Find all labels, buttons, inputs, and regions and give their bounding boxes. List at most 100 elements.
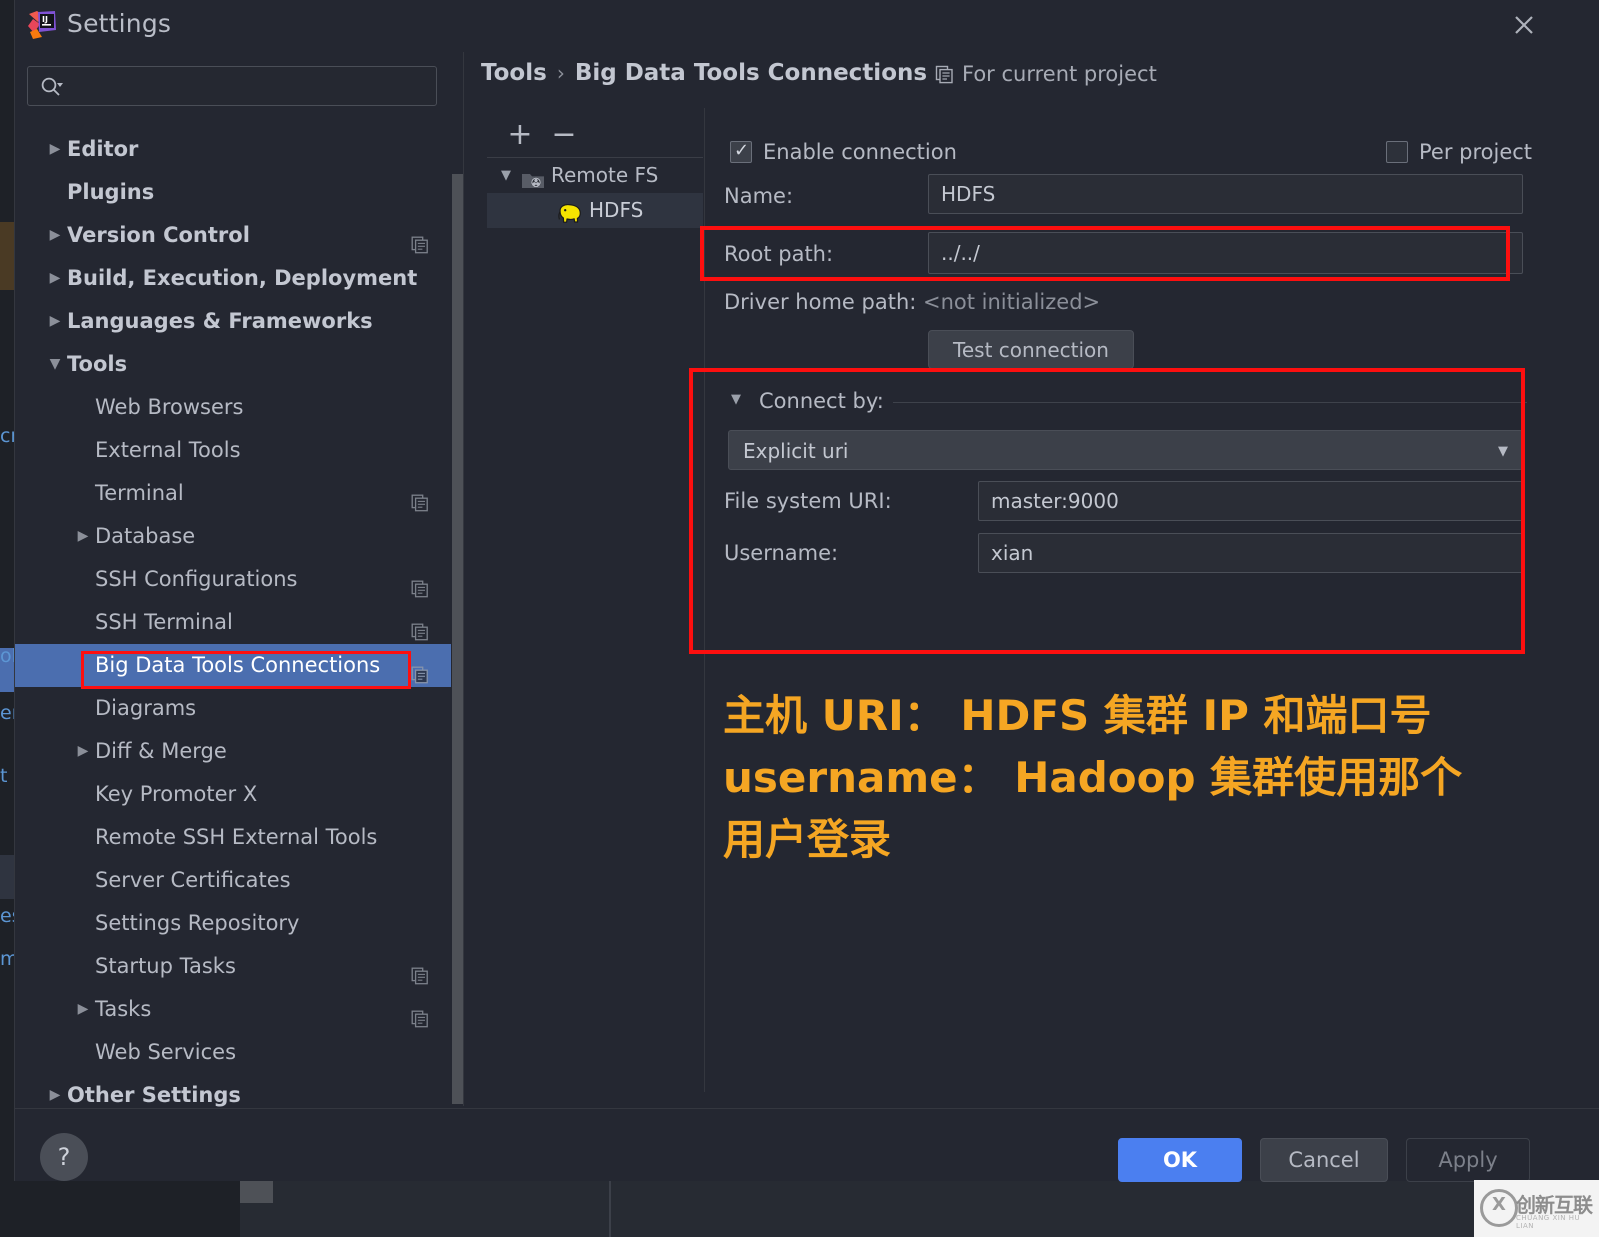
settings-tree[interactable]: ▶ Editor Plugins ▶ Version Control ▶ Build, E…	[15, 128, 451, 1108]
sidebar-item-settings-repository[interactable]: Settings Repository	[15, 902, 451, 945]
test-connection-button[interactable]: Test connection	[928, 330, 1134, 369]
sidebar-item-label: SSH Configurations	[95, 567, 298, 591]
per-project-label: Per project	[1419, 140, 1533, 164]
sidebar-item-label: Settings Repository	[95, 911, 300, 935]
sidebar-item-label: Diff & Merge	[95, 739, 227, 763]
driver-home-path-value: <not initialized>	[923, 290, 1101, 314]
apply-button[interactable]: Apply	[1406, 1138, 1530, 1182]
breadcrumb-root[interactable]: Tools	[481, 60, 547, 86]
chevron-right-icon[interactable]: ▶	[45, 128, 65, 171]
chevron-right-icon[interactable]: ▶	[45, 214, 65, 257]
connections-toolbar: + −	[487, 116, 703, 156]
sidebar-item-external-tools[interactable]: External Tools	[15, 429, 451, 472]
background-status-divider	[609, 1181, 611, 1237]
help-button[interactable]: ?	[40, 1133, 88, 1181]
copy-icon	[411, 656, 429, 684]
sidebar-item-editor[interactable]: ▶ Editor	[15, 128, 451, 171]
sidebar-item-tasks[interactable]: ▶ Tasks	[15, 988, 451, 1031]
sidebar-item-label: Version Control	[67, 223, 250, 247]
dialog-title-bar: IJ Settings	[15, 0, 1599, 52]
enable-connection-label: Enable connection	[763, 140, 957, 164]
chevron-right-icon[interactable]: ▶	[73, 730, 93, 773]
chevron-right-icon[interactable]: ▶	[73, 515, 93, 558]
copy-icon	[935, 65, 954, 89]
enable-connection-checkbox[interactable]: ✓	[730, 140, 752, 163]
close-icon[interactable]	[1507, 8, 1541, 42]
sidebar-item-label: Other Settings	[67, 1083, 241, 1107]
connection-node-remote-fs[interactable]: ▼ Remote FS	[487, 158, 703, 193]
background-status-bar-right	[240, 1181, 1599, 1237]
watermark: X 创新互联 CHUANG XIN HU LIAN	[1474, 1180, 1599, 1237]
username-input[interactable]	[978, 533, 1523, 573]
name-input[interactable]	[928, 174, 1523, 214]
chevron-right-icon[interactable]: ▶	[45, 300, 65, 343]
watermark-logo-icon: X	[1480, 1189, 1518, 1227]
sidebar-item-label: Database	[95, 524, 196, 548]
annotation-line-2: username： Hadoop 集群使用那个	[723, 753, 1463, 802]
connection-node-label: HDFS	[589, 198, 644, 222]
sidebar-item-label: External Tools	[95, 438, 241, 462]
sidebar-item-database[interactable]: ▶ Database	[15, 515, 451, 558]
sidebar-item-other-settings[interactable]: ▶ Other Settings	[15, 1074, 451, 1108]
sidebar-item-version-control[interactable]: ▶ Version Control	[15, 214, 451, 257]
chevron-right-icon[interactable]: ▶	[73, 988, 93, 1031]
sidebar-item-label: Editor	[67, 137, 139, 161]
copy-icon	[411, 570, 429, 598]
sidebar-item-startup-tasks[interactable]: Startup Tasks	[15, 945, 451, 988]
remove-connection-button[interactable]: −	[545, 116, 583, 156]
breadcrumb-separator: ›	[556, 61, 565, 85]
cancel-button[interactable]: Cancel	[1260, 1138, 1388, 1182]
sidebar-item-remote-ssh-external-tools[interactable]: Remote SSH External Tools	[15, 816, 451, 859]
chevron-down-icon[interactable]: ▼	[45, 343, 65, 386]
connect-by-selected-value: Explicit uri	[743, 439, 849, 463]
search-box[interactable]	[27, 66, 437, 107]
sidebar-item-web-browsers[interactable]: Web Browsers	[15, 386, 451, 429]
sidebar-item-ssh-terminal[interactable]: SSH Terminal	[15, 601, 451, 644]
sidebar-item-big-data-tools-connections[interactable]: Big Data Tools Connections	[15, 644, 451, 687]
file-system-uri-input[interactable]	[978, 481, 1523, 521]
sidebar-item-label: Server Certificates	[95, 868, 291, 892]
background-status-tab	[240, 1181, 273, 1203]
sidebar-item-build-execution-deployment[interactable]: ▶ Build, Execution, Deployment	[15, 257, 451, 300]
sidebar-item-label: Startup Tasks	[95, 954, 236, 978]
sidebar-item-label: Tasks	[95, 997, 152, 1021]
chevron-right-icon[interactable]: ▶	[45, 257, 65, 300]
for-current-project-label: For current project	[962, 62, 1157, 86]
connections-tree[interactable]: ▼ Remote FS HDFS	[487, 158, 703, 228]
chevron-down-icon[interactable]: ▼	[497, 158, 515, 193]
sidebar-item-server-certificates[interactable]: Server Certificates	[15, 859, 451, 902]
sidebar-item-plugins[interactable]: Plugins	[15, 171, 451, 214]
sidebar-item-ssh-configurations[interactable]: SSH Configurations	[15, 558, 451, 601]
sidebar-item-web-services[interactable]: Web Services	[15, 1031, 451, 1074]
copy-icon	[411, 1000, 429, 1028]
sidebar-item-terminal[interactable]: Terminal	[15, 472, 451, 515]
search-icon	[40, 76, 64, 98]
chevron-down-icon: ▼	[1498, 444, 1508, 459]
sidebar-item-key-promoter-x[interactable]: Key Promoter X	[15, 773, 451, 816]
sidebar-item-label: Key Promoter X	[95, 782, 258, 806]
annotation-text: 主机 URI： HDFS 集群 IP 和端口号 username： Hadoop …	[723, 685, 1523, 871]
ok-button[interactable]: OK	[1118, 1138, 1242, 1182]
connect-by-select[interactable]: Explicit uri ▼	[728, 430, 1523, 470]
background-highlight-bar	[0, 222, 14, 290]
panel-divider	[463, 52, 464, 1106]
name-label: Name:	[724, 184, 794, 208]
sidebar-item-languages-frameworks[interactable]: ▶ Languages & Frameworks	[15, 300, 451, 343]
collapse-triangle-icon[interactable]: ▼	[731, 392, 741, 407]
per-project-checkbox[interactable]	[1386, 141, 1408, 163]
sidebar-item-diagrams[interactable]: Diagrams	[15, 687, 451, 730]
add-connection-button[interactable]: +	[501, 116, 539, 156]
sidebar-item-tools[interactable]: ▼ Tools	[15, 343, 451, 386]
sidebar-item-label: Web Services	[95, 1040, 237, 1064]
connection-node-hdfs[interactable]: HDFS	[487, 193, 703, 228]
breadcrumb: Tools › Big Data Tools Connections	[481, 60, 927, 96]
footer-divider	[15, 1108, 1599, 1109]
sidebar-item-diff-merge[interactable]: ▶ Diff & Merge	[15, 730, 451, 773]
sidebar-item-label: Web Browsers	[95, 395, 244, 419]
dialog-title: Settings	[67, 9, 172, 38]
root-path-input[interactable]	[928, 232, 1523, 274]
annotation-line-1: 主机 URI： HDFS 集群 IP 和端口号	[723, 691, 1432, 740]
search-input[interactable]	[72, 67, 426, 107]
sidebar-item-label: Diagrams	[95, 696, 197, 720]
chevron-right-icon[interactable]: ▶	[45, 1074, 65, 1108]
